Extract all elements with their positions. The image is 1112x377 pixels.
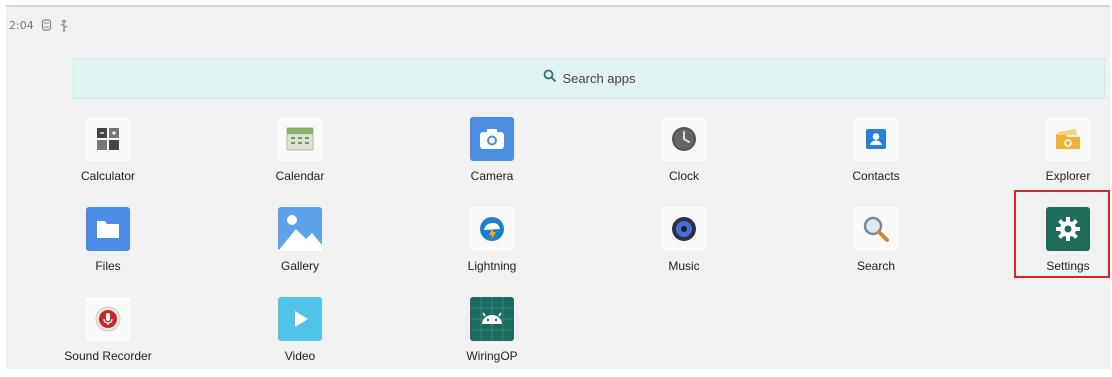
app-label: Files (95, 259, 121, 273)
app-label: Calendar (275, 169, 325, 183)
android-icon (470, 297, 514, 341)
app-camera[interactable]: Camera (422, 117, 562, 197)
app-label: Clock (668, 169, 699, 183)
app-label: Video (284, 349, 316, 363)
app-label: Calculator (80, 169, 136, 183)
app-music[interactable]: Music (614, 207, 754, 287)
app-label: Contacts (852, 169, 900, 183)
calculator-icon (86, 117, 130, 161)
app-clock[interactable]: Clock (614, 117, 754, 197)
app-label: Gallery (280, 259, 319, 273)
folder-icon (86, 207, 130, 251)
app-video[interactable]: Video (230, 297, 370, 377)
clock-icon (662, 117, 706, 161)
settings-highlight-box (1014, 190, 1110, 278)
status-bar: 2:04 (9, 17, 69, 33)
app-label: Search (856, 259, 896, 273)
app-explorer[interactable]: Explorer (998, 117, 1112, 197)
app-sound-recorder[interactable]: Sound Recorder (38, 297, 178, 377)
lightning-icon (470, 207, 514, 251)
search-apps-bar[interactable]: Search apps (73, 58, 1105, 99)
search-icon (543, 69, 557, 88)
sync-icon (41, 19, 52, 31)
app-label: Music (668, 259, 700, 273)
app-calendar[interactable]: Calendar (230, 117, 370, 197)
app-label: Lightning (467, 259, 517, 273)
app-contacts[interactable]: Contacts (806, 117, 946, 197)
app-label: WiringOP (466, 349, 518, 363)
app-search[interactable]: Search (806, 207, 946, 287)
app-lightning[interactable]: Lightning (422, 207, 562, 287)
app-label: Explorer (1045, 169, 1091, 183)
app-calculator[interactable]: Calculator (38, 117, 178, 197)
calendar-icon (278, 117, 322, 161)
contacts-icon (854, 117, 898, 161)
app-wiringop[interactable]: WiringOP (422, 297, 562, 377)
magnifier-icon (854, 207, 898, 251)
app-files[interactable]: Files (38, 207, 178, 287)
app-gallery[interactable]: Gallery (230, 207, 370, 287)
camera-icon (470, 117, 514, 161)
music-icon (662, 207, 706, 251)
app-label: Sound Recorder (64, 349, 152, 363)
microphone-icon (86, 297, 130, 341)
play-icon (278, 297, 322, 341)
status-time: 2:04 (9, 18, 34, 32)
usb-icon (59, 19, 69, 32)
gallery-icon (278, 207, 322, 251)
search-placeholder: Search apps (562, 71, 636, 86)
app-label: Camera (470, 169, 514, 183)
app-drawer-screen: 2:04 Search apps Calculator Calendar Cam… (6, 5, 1110, 369)
explorer-icon (1046, 117, 1090, 161)
